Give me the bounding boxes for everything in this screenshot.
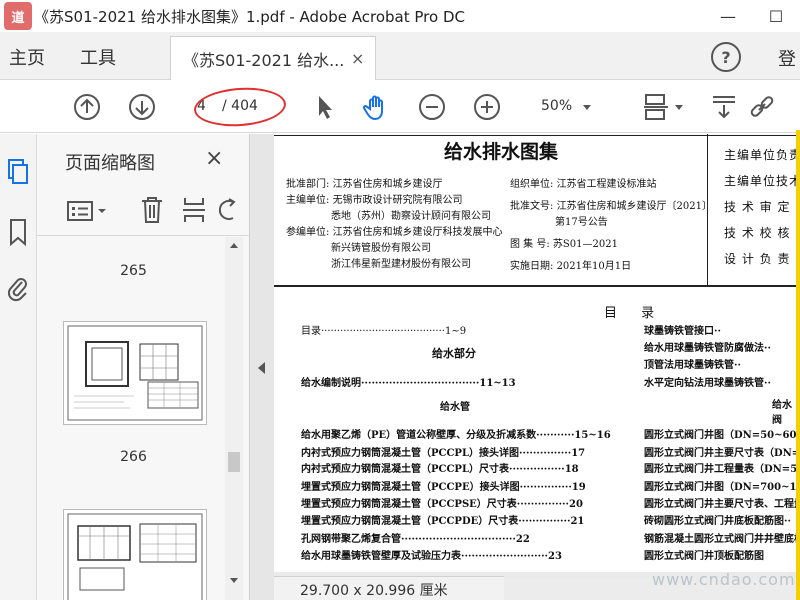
panel-title: 页面缩略图: [65, 153, 155, 174]
menu-home[interactable]: 主页: [9, 44, 45, 70]
toc-section: 给水管: [440, 402, 470, 413]
minimize-button[interactable]: —: [704, 0, 752, 32]
zoom-in-icon[interactable]: [473, 93, 501, 121]
thumbnail-page[interactable]: [63, 321, 207, 425]
download-tool-icon[interactable]: [710, 93, 738, 121]
toc-entry[interactable]: 圆形立式阀门井图（DN=50~600）·: [644, 426, 800, 441]
tab-close-icon[interactable]: ×: [351, 49, 364, 68]
tab-label: 《苏S01-2021 给水...: [183, 50, 343, 70]
toc-entry[interactable]: 水平定向钻法用球墨铸铁管··: [644, 374, 771, 389]
left-rail: [0, 134, 37, 600]
toc-entry[interactable]: 给水编制说明··································…: [301, 374, 516, 389]
bookmark-icon[interactable]: [8, 218, 28, 246]
panel-collapse-strip[interactable]: [250, 134, 274, 600]
scroll-down-icon[interactable]: [229, 577, 239, 585]
thumbnail-page-number: 265: [120, 263, 147, 279]
toc-entry[interactable]: 圆形立式阀门井图（DN=700~1800）·: [644, 478, 800, 493]
toc-entry[interactable]: 顶管法用球墨铸铁管··: [644, 356, 741, 371]
page-thumbnails-icon[interactable]: [6, 158, 30, 186]
options-dropdown-icon[interactable]: [97, 206, 107, 216]
meta-right-item: 主编单位负责人: [724, 148, 800, 162]
toc-entry[interactable]: 球墨铸铁管接口··: [644, 322, 721, 337]
collapse-arrow-icon[interactable]: [258, 362, 265, 374]
thumbnail-page-number: 266: [120, 449, 147, 465]
toc-entry[interactable]: 圆形立式阀门井主要尺寸表、工程量表: [644, 495, 800, 510]
toc-entry[interactable]: 圆形立式阀门井顶板配筋图: [644, 547, 764, 562]
help-icon[interactable]: ?: [711, 42, 741, 72]
menu-tools[interactable]: 工具: [80, 44, 116, 70]
meta-right-item: 主编单位技术负责人: [724, 174, 800, 188]
toc-entry[interactable]: 埋置式预应力钢筒混凝土管（PCCPE）接头详图···············19: [301, 478, 586, 493]
select-cursor-icon[interactable]: [310, 93, 338, 121]
toc-entry[interactable]: 给水用球墨铸铁管防腐做法··: [644, 339, 771, 354]
thumbnail-toolbar: [37, 186, 250, 236]
zoom-out-icon[interactable]: [418, 93, 446, 121]
toc-entry[interactable]: 埋置式预应力钢筒混凝土管（PCCPSE）尺寸表···············20: [301, 495, 583, 510]
extract-page-icon[interactable]: [182, 196, 206, 224]
maximize-button[interactable]: ☐: [752, 0, 800, 32]
toc-entry[interactable]: 圆形立式阀门井主要尺寸表（DN=50~6: [644, 444, 800, 459]
menu-bar: 主页 工具: [0, 32, 800, 80]
toc-entry[interactable]: 钢筋混凝土圆形立式阀门井井壁底板配: [644, 530, 800, 545]
page-display-icon[interactable]: [642, 93, 670, 121]
document-title: 给水排水图集: [444, 141, 559, 163]
document-view[interactable]: 给水排水图集 批准部门: 江苏省住房和城乡建设厅 主编单位: 无锡市政设计研究院…: [274, 134, 800, 600]
toc-entry[interactable]: 孔网钢带聚乙烯复合管······························…: [301, 530, 530, 545]
next-page-icon[interactable]: [128, 93, 156, 121]
thumbnail-options-icon[interactable]: [67, 200, 93, 222]
window-title: 《苏S01-2021 给水排水图集》1.pdf - Adobe Acrobat …: [34, 7, 465, 26]
attachment-icon[interactable]: [6, 274, 30, 302]
title-bar: 道 《苏S01-2021 给水排水图集》1.pdf - Adobe Acroba…: [0, 0, 800, 32]
rotate-page-icon[interactable]: [219, 198, 239, 222]
toolbar: [0, 81, 800, 133]
window-controls: — ☐: [704, 0, 800, 32]
panel-close-icon[interactable]: ×: [205, 146, 223, 171]
zoom-level-input[interactable]: 50%: [541, 98, 572, 114]
meta-mid-block: 组织单位: 江苏省工程建设标准站 批准文号: 江苏省住房和城乡建设厅〔2021〕…: [510, 179, 713, 272]
acrobat-logo-icon: 道: [4, 2, 32, 30]
document-page: 给水排水图集 批准部门: 江苏省住房和城乡建设厅 主编单位: 无锡市政设计研究院…: [274, 134, 800, 572]
toc-entry[interactable]: 埋置式预应力钢筒混凝土管（PCCPDE）尺寸表···············21: [301, 512, 584, 527]
scrollbar-thumb[interactable]: [228, 452, 240, 472]
yellow-window-edge: [796, 130, 800, 600]
page-display-dropdown-icon[interactable]: [672, 93, 686, 121]
toc-section: 给水部分: [432, 347, 476, 360]
thumbnail-panel: 页面缩略图 × 265 266: [37, 134, 250, 600]
watermark: www.cndao.com: [652, 570, 796, 589]
thumbnail-page[interactable]: [63, 509, 207, 600]
meta-left-block: 批准部门: 江苏省住房和城乡建设厅 主编单位: 无锡市政设计研究院有限公司 悉地…: [286, 179, 503, 270]
scroll-up-icon[interactable]: [229, 241, 239, 249]
delete-page-icon[interactable]: [140, 196, 164, 224]
document-tab[interactable]: 《苏S01-2021 给水... ×: [170, 36, 376, 80]
toc-entry[interactable]: 目录······································…: [301, 322, 466, 337]
sign-in-link[interactable]: 登: [778, 45, 796, 71]
previous-page-icon[interactable]: [73, 93, 101, 121]
meta-right-item: 技 术 审 定 人: [724, 200, 800, 214]
toc-entry[interactable]: 内衬式预应力钢筒混凝土管（PCCPL）接头详图···············17: [301, 444, 585, 459]
toc-entry[interactable]: 给水用聚乙烯（PE）管道公称壁厚、分级及折减系数···········15~16: [301, 426, 611, 441]
zoom-dropdown-icon[interactable]: [580, 93, 594, 121]
hand-tool-icon[interactable]: [362, 93, 390, 121]
toc-entry[interactable]: 内衬式预应力钢筒混凝土管（PCCPL）尺寸表················18: [301, 460, 579, 475]
toc-heading: 目 录: [604, 306, 665, 321]
toc-entry[interactable]: 给水用球墨铸铁管壁厚及试验压力表························…: [301, 547, 562, 562]
meta-right-item: 设 计 负 责 人: [724, 252, 800, 266]
meta-right-item: 技 术 校 核 人: [724, 226, 800, 240]
thumbnail-scrollbar[interactable]: [225, 237, 243, 600]
toc-entry[interactable]: 砖砌圆形立式阀门井底板配筋图··: [644, 512, 791, 527]
toc-entry[interactable]: 圆形立式阀门井工程量表（DN=50~600: [644, 460, 800, 475]
share-link-icon[interactable]: [748, 93, 776, 121]
thumbnail-list: 265 266: [37, 237, 230, 600]
page-size-status: 29.700 x 20.996 厘米: [274, 576, 504, 600]
